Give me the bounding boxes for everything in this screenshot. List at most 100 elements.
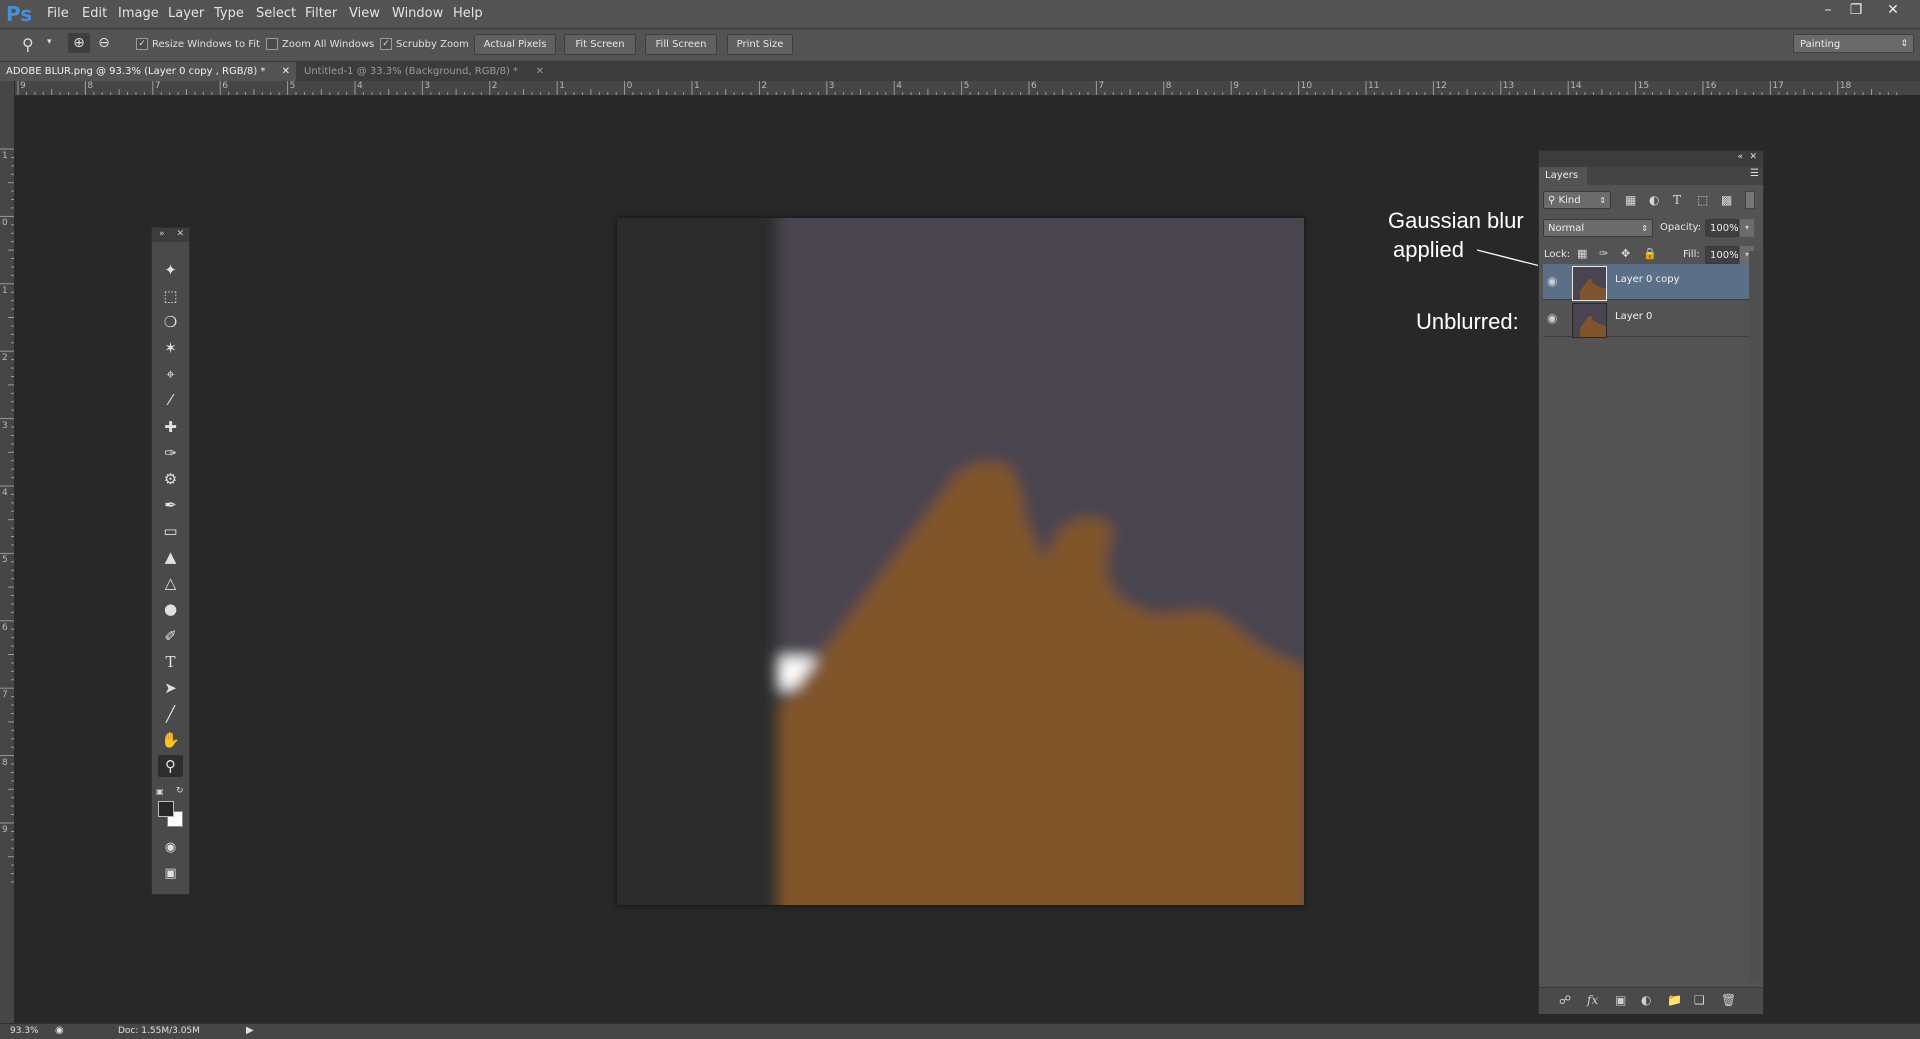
smart-object-filter-icon[interactable]: ▩ <box>1721 193 1732 207</box>
default-colors-icon[interactable]: ▣ <box>156 787 164 796</box>
menu-bar: Ps File Edit Image Layer Type Select Fil… <box>0 0 1920 29</box>
quick-mask-icon[interactable]: ◉ <box>158 837 183 859</box>
clone-stamp-tool-icon[interactable]: ⚙ <box>158 468 183 490</box>
layer-row-layer-0-copy[interactable]: ◉ Layer 0 copy <box>1543 264 1749 301</box>
document-profile-icon[interactable]: ◉ <box>55 1025 64 1036</box>
menu-view[interactable]: View <box>349 6 380 21</box>
eraser-tool-icon[interactable]: ▭ <box>158 520 183 542</box>
layer-name[interactable]: Layer 0 <box>1615 311 1652 322</box>
tools-panel-header[interactable]: » ✕ <box>152 228 189 242</box>
zoom-all-windows-checkbox[interactable]: Zoom All Windows <box>266 38 374 50</box>
tab-untitled-1[interactable]: Untitled-1 @ 33.3% (Background, RGB/8) *… <box>298 62 550 81</box>
status-menu-arrow-icon[interactable]: ▶ <box>246 1025 254 1036</box>
healing-brush-tool-icon[interactable]: ✚ <box>158 416 183 438</box>
foreground-color-swatch[interactable] <box>158 801 174 817</box>
zoom-tool-icon[interactable]: ⚲ <box>22 35 34 54</box>
magic-wand-tool-icon[interactable]: ✶ <box>158 337 183 359</box>
add-mask-icon[interactable]: ▣ <box>1615 993 1626 1007</box>
blend-mode-select[interactable]: Normal ⇕ <box>1543 219 1653 237</box>
trash-icon[interactable]: 🗑 <box>1721 993 1736 1007</box>
scrubby-zoom-checkbox[interactable]: ✓ Scrubby Zoom <box>380 38 469 50</box>
close-tab-icon[interactable]: ✕ <box>282 62 290 81</box>
fill-screen-button[interactable]: Fill Screen <box>645 34 717 55</box>
adjustment-filter-icon[interactable]: ◐ <box>1649 193 1659 207</box>
layer-name[interactable]: Layer 0 copy <box>1615 274 1679 285</box>
fill-input[interactable]: 100% <box>1705 246 1739 264</box>
new-group-icon[interactable]: 📁 <box>1667 993 1682 1007</box>
vertical-ruler[interactable]: 1 0 1 2 3 4 5 6 7 8 9 <box>0 81 15 1023</box>
menu-image[interactable]: Image <box>118 6 159 21</box>
close-window-button[interactable]: ✕ <box>1882 2 1904 20</box>
type-tool-icon[interactable]: T <box>158 651 183 673</box>
brush-tool-icon[interactable]: ✑ <box>158 442 183 464</box>
resize-windows-checkbox[interactable]: ✓ Resize Windows to Fit <box>136 38 260 50</box>
panel-menu-icon[interactable]: ☰ <box>1750 168 1759 179</box>
menu-select[interactable]: Select <box>256 6 296 21</box>
menu-filter[interactable]: Filter <box>305 6 337 21</box>
restore-button[interactable]: ❐ <box>1845 2 1867 20</box>
fit-screen-button[interactable]: Fit Screen <box>564 34 636 55</box>
screen-mode-icon[interactable]: ▣ <box>158 863 183 885</box>
filter-kind-select[interactable]: ⚲ Kind ⇕ <box>1543 191 1611 209</box>
actual-pixels-button[interactable]: Actual Pixels <box>474 34 556 55</box>
new-layer-icon[interactable]: ❏ <box>1694 993 1705 1007</box>
tab-layers[interactable]: Layers <box>1539 167 1587 185</box>
close-panel-icon[interactable]: ✕ <box>176 229 184 239</box>
hand-tool-icon[interactable]: ✋ <box>158 729 183 751</box>
layers-scrollbar[interactable] <box>1749 251 1761 981</box>
line-tool-icon[interactable]: ╱ <box>158 703 183 725</box>
zoom-tool-icon[interactable]: ⚲ <box>158 755 183 777</box>
lock-all-icon[interactable]: 🔒 <box>1643 247 1657 260</box>
type-filter-icon[interactable]: T <box>1673 193 1681 207</box>
lasso-tool-icon[interactable]: ❍ <box>158 311 183 333</box>
close-panel-icon[interactable]: ✕ <box>1749 152 1757 162</box>
tab-adobe-blur[interactable]: ADOBE BLUR.png @ 93.3% (Layer 0 copy , R… <box>0 62 296 81</box>
print-size-button[interactable]: Print Size <box>727 34 793 55</box>
paint-bucket-tool-icon[interactable]: ▲ <box>158 546 183 568</box>
opacity-slider-chevron-icon[interactable]: ▾ <box>1740 219 1754 237</box>
lock-position-icon[interactable]: ✥ <box>1621 247 1630 260</box>
layer-row-layer-0[interactable]: ◉ Layer 0 <box>1543 301 1749 338</box>
visibility-eye-icon[interactable]: ◉ <box>1547 311 1557 325</box>
dodge-tool-icon[interactable]: ● <box>158 598 183 620</box>
lock-image-pixels-icon[interactable]: ✑ <box>1599 247 1608 260</box>
opacity-input[interactable]: 100% <box>1705 219 1739 237</box>
pixel-filter-icon[interactable]: ▦ <box>1625 193 1636 207</box>
menu-layer[interactable]: Layer <box>168 6 204 21</box>
blur-tool-icon[interactable]: △ <box>158 572 183 594</box>
path-selection-tool-icon[interactable]: ➤ <box>158 677 183 699</box>
pen-tool-icon[interactable]: ✐ <box>158 625 183 647</box>
history-brush-tool-icon[interactable]: ✒ <box>158 494 183 516</box>
visibility-eye-icon[interactable]: ◉ <box>1547 274 1557 288</box>
zoom-level[interactable]: 93.3% <box>10 1026 39 1036</box>
layer-style-icon[interactable]: fx <box>1587 993 1598 1007</box>
minimize-button[interactable]: – <box>1817 2 1839 20</box>
document-canvas[interactable] <box>617 218 1304 905</box>
menu-edit[interactable]: Edit <box>82 6 107 21</box>
adjustment-layer-icon[interactable]: ◐ <box>1641 993 1651 1007</box>
menu-type[interactable]: Type <box>214 6 244 21</box>
zoom-out-icon[interactable]: ⊖ <box>93 33 115 53</box>
layers-panel-header[interactable]: « ✕ <box>1539 151 1763 167</box>
horizontal-ruler[interactable]: 9 8 7 6 5 4 3 2 1 0 1 2 3 4 5 6 7 8 9 10 11 12 13 14 15 16 17 18 <box>14 81 1920 96</box>
link-layers-icon[interactable]: ☍ <box>1559 993 1571 1007</box>
lock-transparent-pixels-icon[interactable]: ▦ <box>1577 247 1587 260</box>
workspace-select[interactable]: Painting ⇕ <box>1793 34 1914 53</box>
close-tab-icon[interactable]: ✕ <box>536 62 544 81</box>
collapse-icon[interactable]: » <box>159 229 165 239</box>
menu-help[interactable]: Help <box>453 6 483 21</box>
move-tool-icon[interactable]: ✦ <box>158 259 183 281</box>
filter-toggle[interactable] <box>1745 191 1755 209</box>
menu-window[interactable]: Window <box>392 6 443 21</box>
collapse-icon[interactable]: « <box>1737 152 1743 162</box>
layer-thumbnail <box>1572 266 1607 301</box>
shape-filter-icon[interactable]: ⬚ <box>1697 193 1708 207</box>
eyedropper-tool-icon[interactable]: ⁄ <box>158 389 183 411</box>
menu-file[interactable]: File <box>47 6 69 21</box>
tool-preset-chevron-icon[interactable]: ▾ <box>47 37 52 47</box>
crop-tool-icon[interactable]: ⌖ <box>158 363 183 385</box>
zoom-in-icon[interactable]: ⊕ <box>68 33 90 53</box>
ruler-label: 1 <box>559 81 565 91</box>
marquee-tool-icon[interactable]: ⬚ <box>158 285 183 307</box>
swap-colors-icon[interactable]: ↻ <box>176 786 184 796</box>
